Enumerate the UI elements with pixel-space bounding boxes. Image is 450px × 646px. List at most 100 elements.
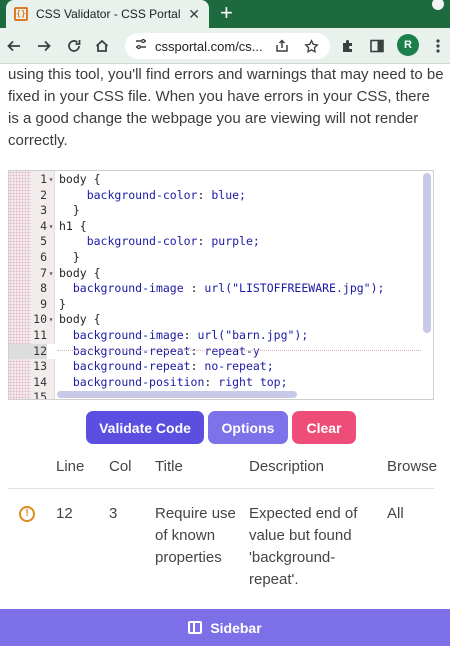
css-value: url("LISTOFFREEWARE.jpg");	[204, 281, 385, 296]
clear-button[interactable]: Clear	[292, 411, 356, 444]
share-icon[interactable]	[272, 36, 292, 56]
side-panel-icon[interactable]	[367, 36, 387, 56]
line-number: 5	[40, 234, 47, 249]
code-line[interactable]: 1 ▾ body {	[9, 172, 433, 188]
profile-avatar[interactable]: R	[397, 34, 419, 56]
fold-toggle-icon[interactable]: ▾	[47, 312, 55, 328]
bookmark-star-icon[interactable]	[301, 36, 321, 56]
browser-toolbar: cssportal.com/cs... R	[0, 28, 450, 64]
code-text: background-image : url("LISTOFFREEWARE.j…	[59, 281, 385, 297]
code-line[interactable]: 8 background-image : url("LISTOFFREEWARE…	[9, 281, 433, 297]
column-header-line: Line	[56, 458, 85, 475]
line-number: 6	[40, 250, 47, 264]
css-portal-favicon-icon: {}	[14, 7, 28, 21]
code-token: body {	[59, 312, 101, 327]
close-icon[interactable]: ✕	[188, 6, 200, 22]
code-line[interactable]: 4 ▾ h1 {	[9, 219, 433, 235]
line-number: 10	[33, 312, 47, 327]
cell-line: 12	[56, 505, 73, 522]
line-number: 8	[40, 281, 47, 296]
css-value: no-repeat;	[204, 359, 274, 374]
code-text: background-repeat: no-repeat;	[59, 359, 274, 375]
code-text: }	[59, 203, 80, 219]
code-line[interactable]: 5 background-color: purple;	[9, 234, 433, 250]
validate-code-button[interactable]: Validate Code	[86, 411, 204, 444]
css-property: background-position	[72, 374, 205, 389]
code-text: h1 {	[59, 219, 87, 235]
line-number: 7	[40, 265, 47, 280]
code-line[interactable]: 13 background-repeat: no-repeat;	[9, 359, 433, 375]
code-text: background-color: blue;	[59, 188, 246, 204]
line-number: 4	[40, 218, 47, 233]
code-token: h1 {	[59, 218, 87, 233]
code-line[interactable]: 2 background-color: blue;	[9, 188, 433, 204]
column-header-description: Description	[249, 458, 325, 475]
more-menu-icon[interactable]	[428, 36, 448, 56]
fold-toggle-icon[interactable]: ▾	[47, 219, 55, 235]
active-line-marker	[57, 350, 421, 351]
browser-tab[interactable]: {} CSS Validator - CSS Portal ✕	[6, 0, 209, 28]
css-value: right top;	[218, 374, 288, 389]
code-line[interactable]: 10 ▾ body {	[9, 312, 433, 328]
line-number: 14	[33, 374, 47, 389]
column-header-col: Col	[109, 458, 132, 475]
url-text: cssportal.com/cs...	[155, 38, 263, 54]
code-text: background-color: purple;	[59, 234, 260, 250]
code-line[interactable]: 6 }	[9, 250, 433, 266]
code-token: body {	[59, 265, 101, 280]
forward-arrow-icon[interactable]	[34, 36, 54, 56]
code-line[interactable]: 3 }	[9, 203, 433, 219]
code-line[interactable]: 9}	[9, 297, 433, 313]
code-line[interactable]: 11 background-image: url("barn.jpg");	[9, 328, 433, 344]
code-text: background-image: url("barn.jpg");	[59, 328, 308, 344]
code-line[interactable]: 12 background-repeat: repeat-y	[9, 343, 433, 360]
line-number: 13	[33, 359, 47, 374]
tab-search-icon[interactable]	[432, 0, 444, 10]
intro-paragraph: using this tool, you'll find errors and …	[8, 66, 444, 149]
code-text: background-repeat: repeat-y	[59, 344, 260, 360]
back-arrow-icon[interactable]	[4, 36, 24, 56]
line-number: 9	[40, 296, 47, 311]
code-line[interactable]: 7 ▾ body {	[9, 266, 433, 282]
line-number: 15	[33, 390, 47, 400]
css-separator: :	[183, 281, 205, 296]
code-token: body {	[59, 172, 101, 186]
css-property: background-repeat	[72, 359, 191, 374]
fold-toggle-icon[interactable]: ▾	[47, 266, 55, 282]
home-icon[interactable]	[92, 36, 112, 56]
line-number: 12	[9, 343, 47, 360]
css-property: background-image	[72, 281, 184, 296]
fold-toggle-icon[interactable]: ▾	[47, 172, 55, 188]
line-number: 3	[40, 203, 47, 218]
code-text: background-position: right top;	[59, 375, 288, 391]
css-value: blue;	[211, 187, 246, 202]
line-number: 11	[33, 328, 47, 342]
code-token: }	[72, 250, 80, 264]
tab-title: CSS Validator - CSS Portal	[36, 7, 181, 21]
code-token: }	[59, 296, 66, 311]
address-bar[interactable]: cssportal.com/cs...	[125, 33, 330, 59]
css-value: url("barn.jpg");	[197, 328, 309, 342]
css-value: purple;	[211, 234, 260, 249]
code-token: }	[72, 203, 80, 218]
site-info-icon[interactable]	[135, 37, 147, 55]
cell-title: Require use of known properties	[155, 505, 236, 566]
code-text: body {	[59, 312, 101, 328]
cell-browser: All	[387, 505, 404, 522]
sidebar-toggle-bar[interactable]: Sidebar	[0, 609, 450, 646]
code-line[interactable]: 14 background-position: right top;	[9, 375, 433, 391]
vertical-scrollbar[interactable]	[423, 173, 431, 333]
new-tab-plus-icon[interactable]: +	[220, 2, 233, 24]
browser-tab-strip: {} CSS Validator - CSS Portal ✕ +	[0, 0, 450, 28]
css-code-editor[interactable]: 1 ▾ body {2 background-color: blue; 3 } 4 ▾ h1…	[8, 170, 434, 400]
cell-col: 3	[109, 505, 118, 522]
column-header-browser: Browse	[387, 458, 438, 475]
warning-icon: !	[19, 506, 35, 522]
horizontal-scrollbar[interactable]	[57, 391, 297, 398]
extensions-puzzle-icon[interactable]	[338, 36, 358, 56]
column-header-title: Title	[155, 458, 183, 475]
css-separator: :	[197, 187, 212, 202]
css-separator: :	[183, 328, 198, 342]
options-button[interactable]: Options	[208, 411, 288, 444]
reload-icon[interactable]	[64, 36, 84, 56]
